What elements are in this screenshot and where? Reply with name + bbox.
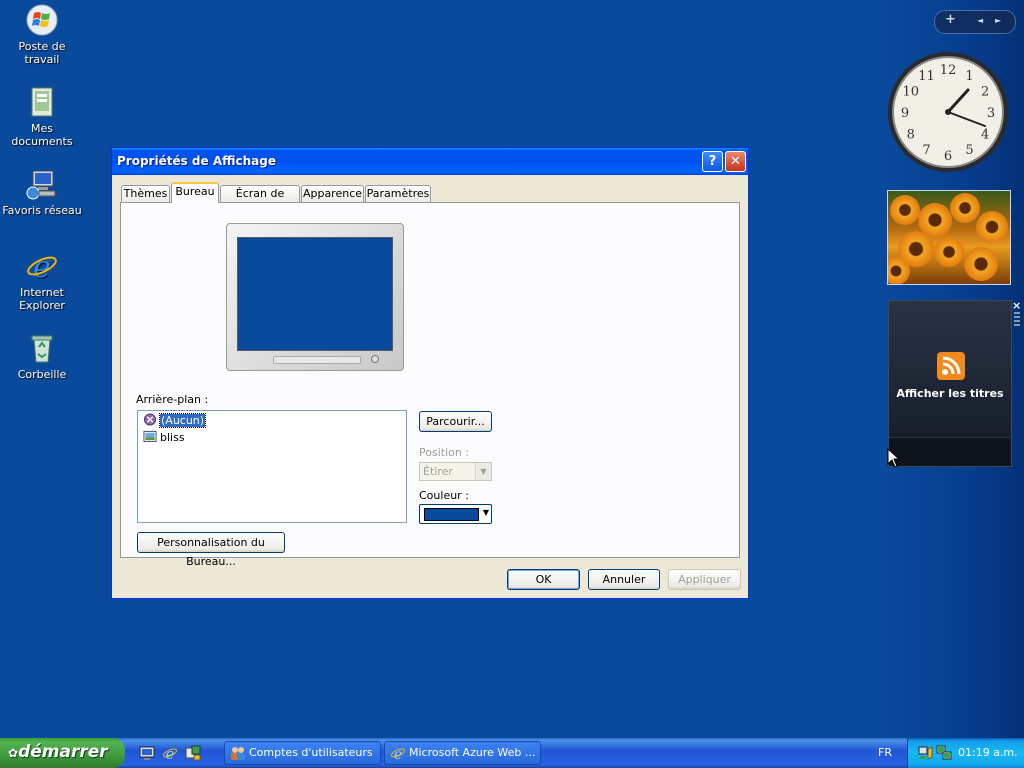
taskbar: ✿démarrer e Comptes d'utilisateurs e Mic…	[0, 738, 1024, 768]
clock-numeral: 10	[903, 85, 920, 100]
clock-numeral: 7	[922, 143, 930, 158]
start-label: démarrer	[18, 742, 108, 762]
background-label: Arrière-plan :	[136, 393, 209, 406]
desktop-tab-panel: Arrière-plan : (Aucun) bliss Parcourir..…	[120, 202, 740, 568]
sidebar-slideshow-gadget[interactable]	[887, 190, 1011, 285]
clock-numeral: 9	[901, 106, 909, 121]
system-tray: 01:19 a.m.	[907, 738, 1024, 768]
task-label: Comptes d'utilisateurs	[249, 746, 373, 759]
internet-explorer-icon: e	[391, 747, 405, 760]
position-select[interactable]: Étirer ▼	[419, 462, 492, 481]
desktop-icon-internet-explorer[interactable]: e Internet Explorer	[0, 249, 84, 312]
start-button[interactable]: ✿démarrer	[0, 738, 125, 768]
tab-appearance[interactable]: Apparence	[301, 185, 364, 202]
list-item[interactable]: bliss	[143, 430, 185, 446]
apply-button[interactable]: Appliquer	[668, 569, 741, 590]
clock-numeral: 12	[940, 63, 957, 78]
users-icon	[231, 747, 245, 760]
sidebar-add-button[interactable]: +	[945, 12, 956, 27]
start-windows-icon: ✿	[8, 746, 19, 760]
clock-numeral: 6	[944, 149, 952, 164]
color-picker-button[interactable]: ▼	[419, 504, 492, 524]
rss-feed-icon	[937, 352, 965, 380]
svg-text:e: e	[33, 250, 51, 283]
tab-themes[interactable]: Thèmes	[121, 185, 170, 202]
monitor-power-icon	[371, 355, 379, 363]
taskbar-item-user-accounts[interactable]: Comptes d'utilisateurs	[224, 741, 381, 765]
windows-explorer-icon[interactable]	[185, 745, 201, 761]
clock-numeral: 3	[987, 106, 995, 121]
task-label: Microsoft Azure Web ...	[409, 746, 536, 759]
taskbar-item-azure[interactable]: e Microsoft Azure Web ...	[384, 741, 541, 765]
sidebar-clock-gadget[interactable]: 12 12 3 45678 9 1011	[886, 50, 1010, 174]
sidebar-next-button[interactable]: ►	[995, 16, 1001, 25]
none-icon	[143, 413, 157, 426]
network-icon	[26, 170, 56, 200]
tab-settings[interactable]: Paramètres	[365, 185, 431, 202]
color-swatch	[424, 508, 479, 521]
mouse-cursor-icon	[887, 448, 899, 468]
clock-numeral: 1	[965, 69, 973, 84]
recycle-bin-icon	[31, 335, 53, 363]
tab-screensaver[interactable]: Écran de veille	[220, 185, 300, 216]
chevron-down-icon: ▼	[475, 463, 491, 480]
desktop-icon-label: Favoris réseau	[2, 204, 82, 217]
help-button[interactable]: ?	[702, 151, 723, 172]
internet-explorer-icon[interactable]: e	[162, 745, 178, 761]
display-properties-dialog: Propriétés de Affichage ? ✕ Thèmes Burea…	[111, 147, 749, 599]
customize-desktop-button[interactable]: Personnalisation du Bureau...	[137, 532, 285, 568]
tab-desktop[interactable]: Bureau	[171, 182, 219, 203]
monitor-preview-screen	[237, 237, 393, 351]
monitor-preview	[226, 223, 404, 371]
desktop-icon-my-documents[interactable]: Mes documents	[0, 85, 84, 148]
feed-footer-bar	[889, 437, 1011, 466]
feed-close-icon[interactable]: ×	[1012, 299, 1021, 312]
clock-numeral: 5	[965, 143, 973, 158]
chevron-down-icon: ▼	[482, 508, 489, 517]
feed-show-headlines[interactable]: Afficher les titres	[889, 387, 1011, 400]
windows-logo-icon	[26, 4, 58, 36]
color-label: Couleur :	[419, 489, 469, 502]
cancel-button[interactable]: Annuler	[588, 569, 660, 590]
network-connection-icon[interactable]	[936, 745, 952, 761]
internet-explorer-icon: e	[27, 250, 57, 283]
svg-text:e: e	[166, 745, 175, 761]
taskbar-clock[interactable]: 01:19 a.m.	[958, 746, 1018, 759]
list-item[interactable]: (Aucun)	[143, 413, 207, 429]
desktop-icon-label: Mes documents	[11, 122, 73, 148]
clock-numeral: 11	[918, 69, 935, 84]
ok-button[interactable]: OK	[507, 569, 580, 590]
show-desktop-icon[interactable]	[139, 745, 155, 761]
clock-numeral: 8	[907, 128, 915, 143]
feed-drag-grip[interactable]	[1014, 312, 1020, 328]
image-file-icon	[143, 430, 157, 443]
desktop-icon-label: Internet Explorer	[19, 286, 65, 312]
sidebar-controls: + ◄ ►	[934, 10, 1016, 34]
sidebar-feed-gadget[interactable]: Afficher les titres	[888, 300, 1012, 467]
clock-numeral: 2	[981, 85, 989, 100]
desktop-icon-recycle-bin[interactable]: Corbeille	[0, 331, 84, 381]
clock-numeral: 4	[981, 128, 989, 143]
network-tray-icon[interactable]	[918, 745, 934, 761]
position-label: Position :	[419, 446, 470, 459]
desktop-icon-network[interactable]: Favoris réseau	[0, 167, 84, 217]
background-listbox[interactable]: (Aucun) bliss	[137, 410, 407, 523]
background-item-label: (Aucun)	[158, 413, 207, 428]
documents-folder-icon	[31, 87, 53, 117]
close-button[interactable]: ✕	[725, 151, 746, 172]
background-item-label: bliss	[160, 431, 185, 444]
desktop-icon-label: Corbeille	[17, 368, 67, 381]
desktop-icon-my-computer[interactable]: Poste de travail	[0, 3, 84, 66]
desktop-icon-label: Poste de travail	[18, 40, 66, 66]
dialog-titlebar[interactable]: Propriétés de Affichage ? ✕	[112, 148, 748, 175]
browse-button[interactable]: Parcourir...	[419, 411, 492, 432]
language-indicator[interactable]: FR	[878, 746, 892, 759]
dialog-title: Propriétés de Affichage	[117, 154, 276, 168]
sidebar-prev-button[interactable]: ◄	[977, 16, 983, 25]
position-value: Étirer	[423, 465, 453, 478]
